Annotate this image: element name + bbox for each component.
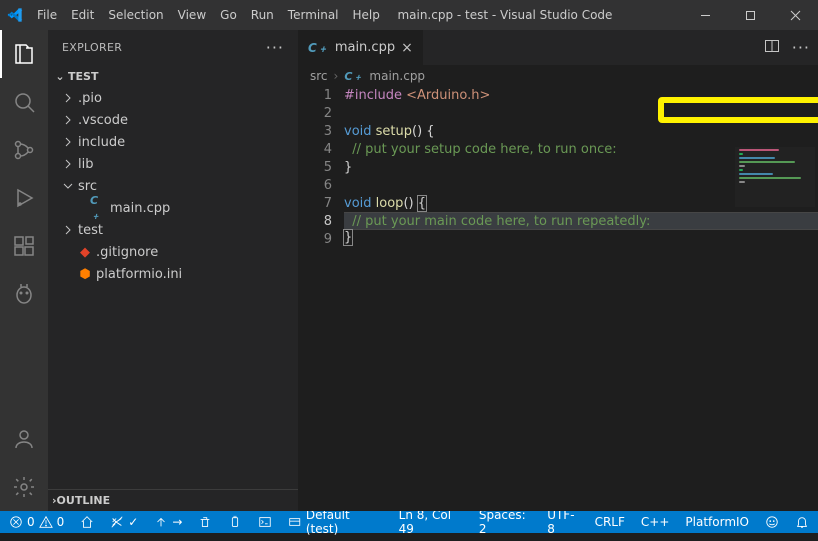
explorer-title: EXPLORER [62,41,122,54]
tree-item-label: src [76,179,97,194]
minimap[interactable] [735,147,815,207]
activity-bar [0,30,48,511]
editor-more-icon[interactable]: ··· [792,38,810,57]
workspace-root-label: TEST [68,70,98,83]
menu-file[interactable]: File [30,0,64,30]
chevron-down-icon [60,180,76,192]
pio-build-icon[interactable]: ✓ [107,511,141,533]
pio-home-icon[interactable] [77,511,97,533]
pio-clean-icon[interactable] [195,511,215,533]
explorer-view-icon[interactable] [0,30,48,78]
tree-item-label: test [76,223,103,238]
menu-bar: FileEditSelectionViewGoRunTerminalHelp [30,0,387,30]
notifications-icon[interactable] [792,515,812,529]
breadcrumb-file: main.cpp [369,69,425,83]
maximize-button[interactable] [728,0,773,30]
chevron-right-icon [60,136,76,148]
platformio-status[interactable]: PlatformIO [682,515,752,529]
minimize-button[interactable] [683,0,728,30]
chevron-right-icon [60,92,76,104]
chevron-right-icon [60,224,76,236]
window-title: main.cpp - test - Visual Studio Code [387,8,683,22]
tree-item-label: .pio [76,91,102,106]
editor-area: C﹢ main.cpp × ··· src › C﹢ main.cpp 1234… [298,30,818,511]
chevron-down-icon: ⌄ [52,70,68,83]
search-view-icon[interactable] [0,78,48,126]
file-.gitignore[interactable]: ◆.gitignore [48,241,298,263]
outline-section[interactable]: › OUTLINE [48,489,298,511]
menu-selection[interactable]: Selection [101,0,170,30]
pio-env[interactable]: Default (test) [285,511,385,533]
explorer-more-icon[interactable]: ··· [266,38,284,57]
breadcrumb-folder: src [310,69,328,83]
outline-label: OUTLINE [57,494,111,507]
chevron-right-icon [60,114,76,126]
explorer-header: EXPLORER ··· [48,30,298,65]
tab-label: main.cpp [335,40,395,55]
cpp-file-icon: C﹢ [90,194,108,223]
tree-item-label: main.cpp [108,201,170,216]
tree-item-label: lib [76,157,93,172]
folder-src[interactable]: src [48,175,298,197]
folder-.vscode[interactable]: .vscode [48,109,298,131]
pio-file-icon: ⬢ [76,267,94,282]
chevron-right-icon [60,158,76,170]
file-main.cpp[interactable]: C﹢main.cpp [48,197,298,219]
file-platformio.ini[interactable]: ⬢platformio.ini [48,263,298,285]
pio-upload-icon[interactable]: → [151,511,185,533]
tree-item-label: .gitignore [94,245,158,260]
explorer-sidebar: EXPLORER ··· ⌄ TEST .pio .vscode include li… [48,30,298,511]
editor-tabs: C﹢ main.cpp × ··· [298,30,818,65]
indent-status[interactable]: Spaces: 2 [476,508,534,536]
folder-lib[interactable]: lib [48,153,298,175]
accounts-icon[interactable] [0,415,48,463]
line-gutter: 123456789 [298,87,344,511]
eol-status[interactable]: CRLF [592,515,628,529]
problems-status[interactable]: 0 0 [6,511,67,533]
encoding-status[interactable]: UTF-8 [544,508,581,536]
run-debug-view-icon[interactable] [0,174,48,222]
platformio-view-icon[interactable] [0,270,48,318]
workspace-root[interactable]: ⌄ TEST [48,65,298,87]
git-file-icon: ◆ [76,245,94,260]
tree-item-label: include [76,135,125,150]
menu-view[interactable]: View [171,0,213,30]
status-bar: 0 0 ✓ → Default (test) Ln 8, Col 49 Spac… [0,511,818,533]
tab-close-icon[interactable]: × [401,40,413,56]
close-button[interactable] [773,0,818,30]
menu-edit[interactable]: Edit [64,0,101,30]
window-controls [683,0,818,30]
menu-terminal[interactable]: Terminal [281,0,346,30]
vscode-logo-icon [0,0,30,30]
tree-item-label: platformio.ini [94,267,182,282]
chevron-right-icon: › [334,69,339,83]
source-control-view-icon[interactable] [0,126,48,174]
file-tree: ⌄ TEST .pio.vscodeincludelibsrcC﹢main.cp… [48,65,298,489]
tree-item-label: .vscode [76,113,128,128]
menu-go[interactable]: Go [213,0,244,30]
pio-terminal-icon[interactable] [255,511,275,533]
cpp-file-icon: C﹢ [344,68,363,84]
folder-include[interactable]: include [48,131,298,153]
menu-help[interactable]: Help [346,0,387,30]
extensions-view-icon[interactable] [0,222,48,270]
folder-.pio[interactable]: .pio [48,87,298,109]
folder-test[interactable]: test [48,219,298,241]
menu-run[interactable]: Run [244,0,281,30]
language-mode[interactable]: C++ [638,515,673,529]
pio-serial-icon[interactable] [225,511,245,533]
settings-gear-icon[interactable] [0,463,48,511]
cpp-file-icon: C﹢ [308,39,329,56]
breadcrumb[interactable]: src › C﹢ main.cpp [298,65,818,87]
title-bar: FileEditSelectionViewGoRunTerminalHelp m… [0,0,818,30]
tab-main-cpp[interactable]: C﹢ main.cpp × [298,30,424,65]
code-editor[interactable]: 123456789 #include <Arduino.h>void setup… [298,87,818,511]
split-editor-icon[interactable] [764,38,780,58]
feedback-icon[interactable] [762,515,782,529]
cursor-position[interactable]: Ln 8, Col 49 [396,508,466,536]
